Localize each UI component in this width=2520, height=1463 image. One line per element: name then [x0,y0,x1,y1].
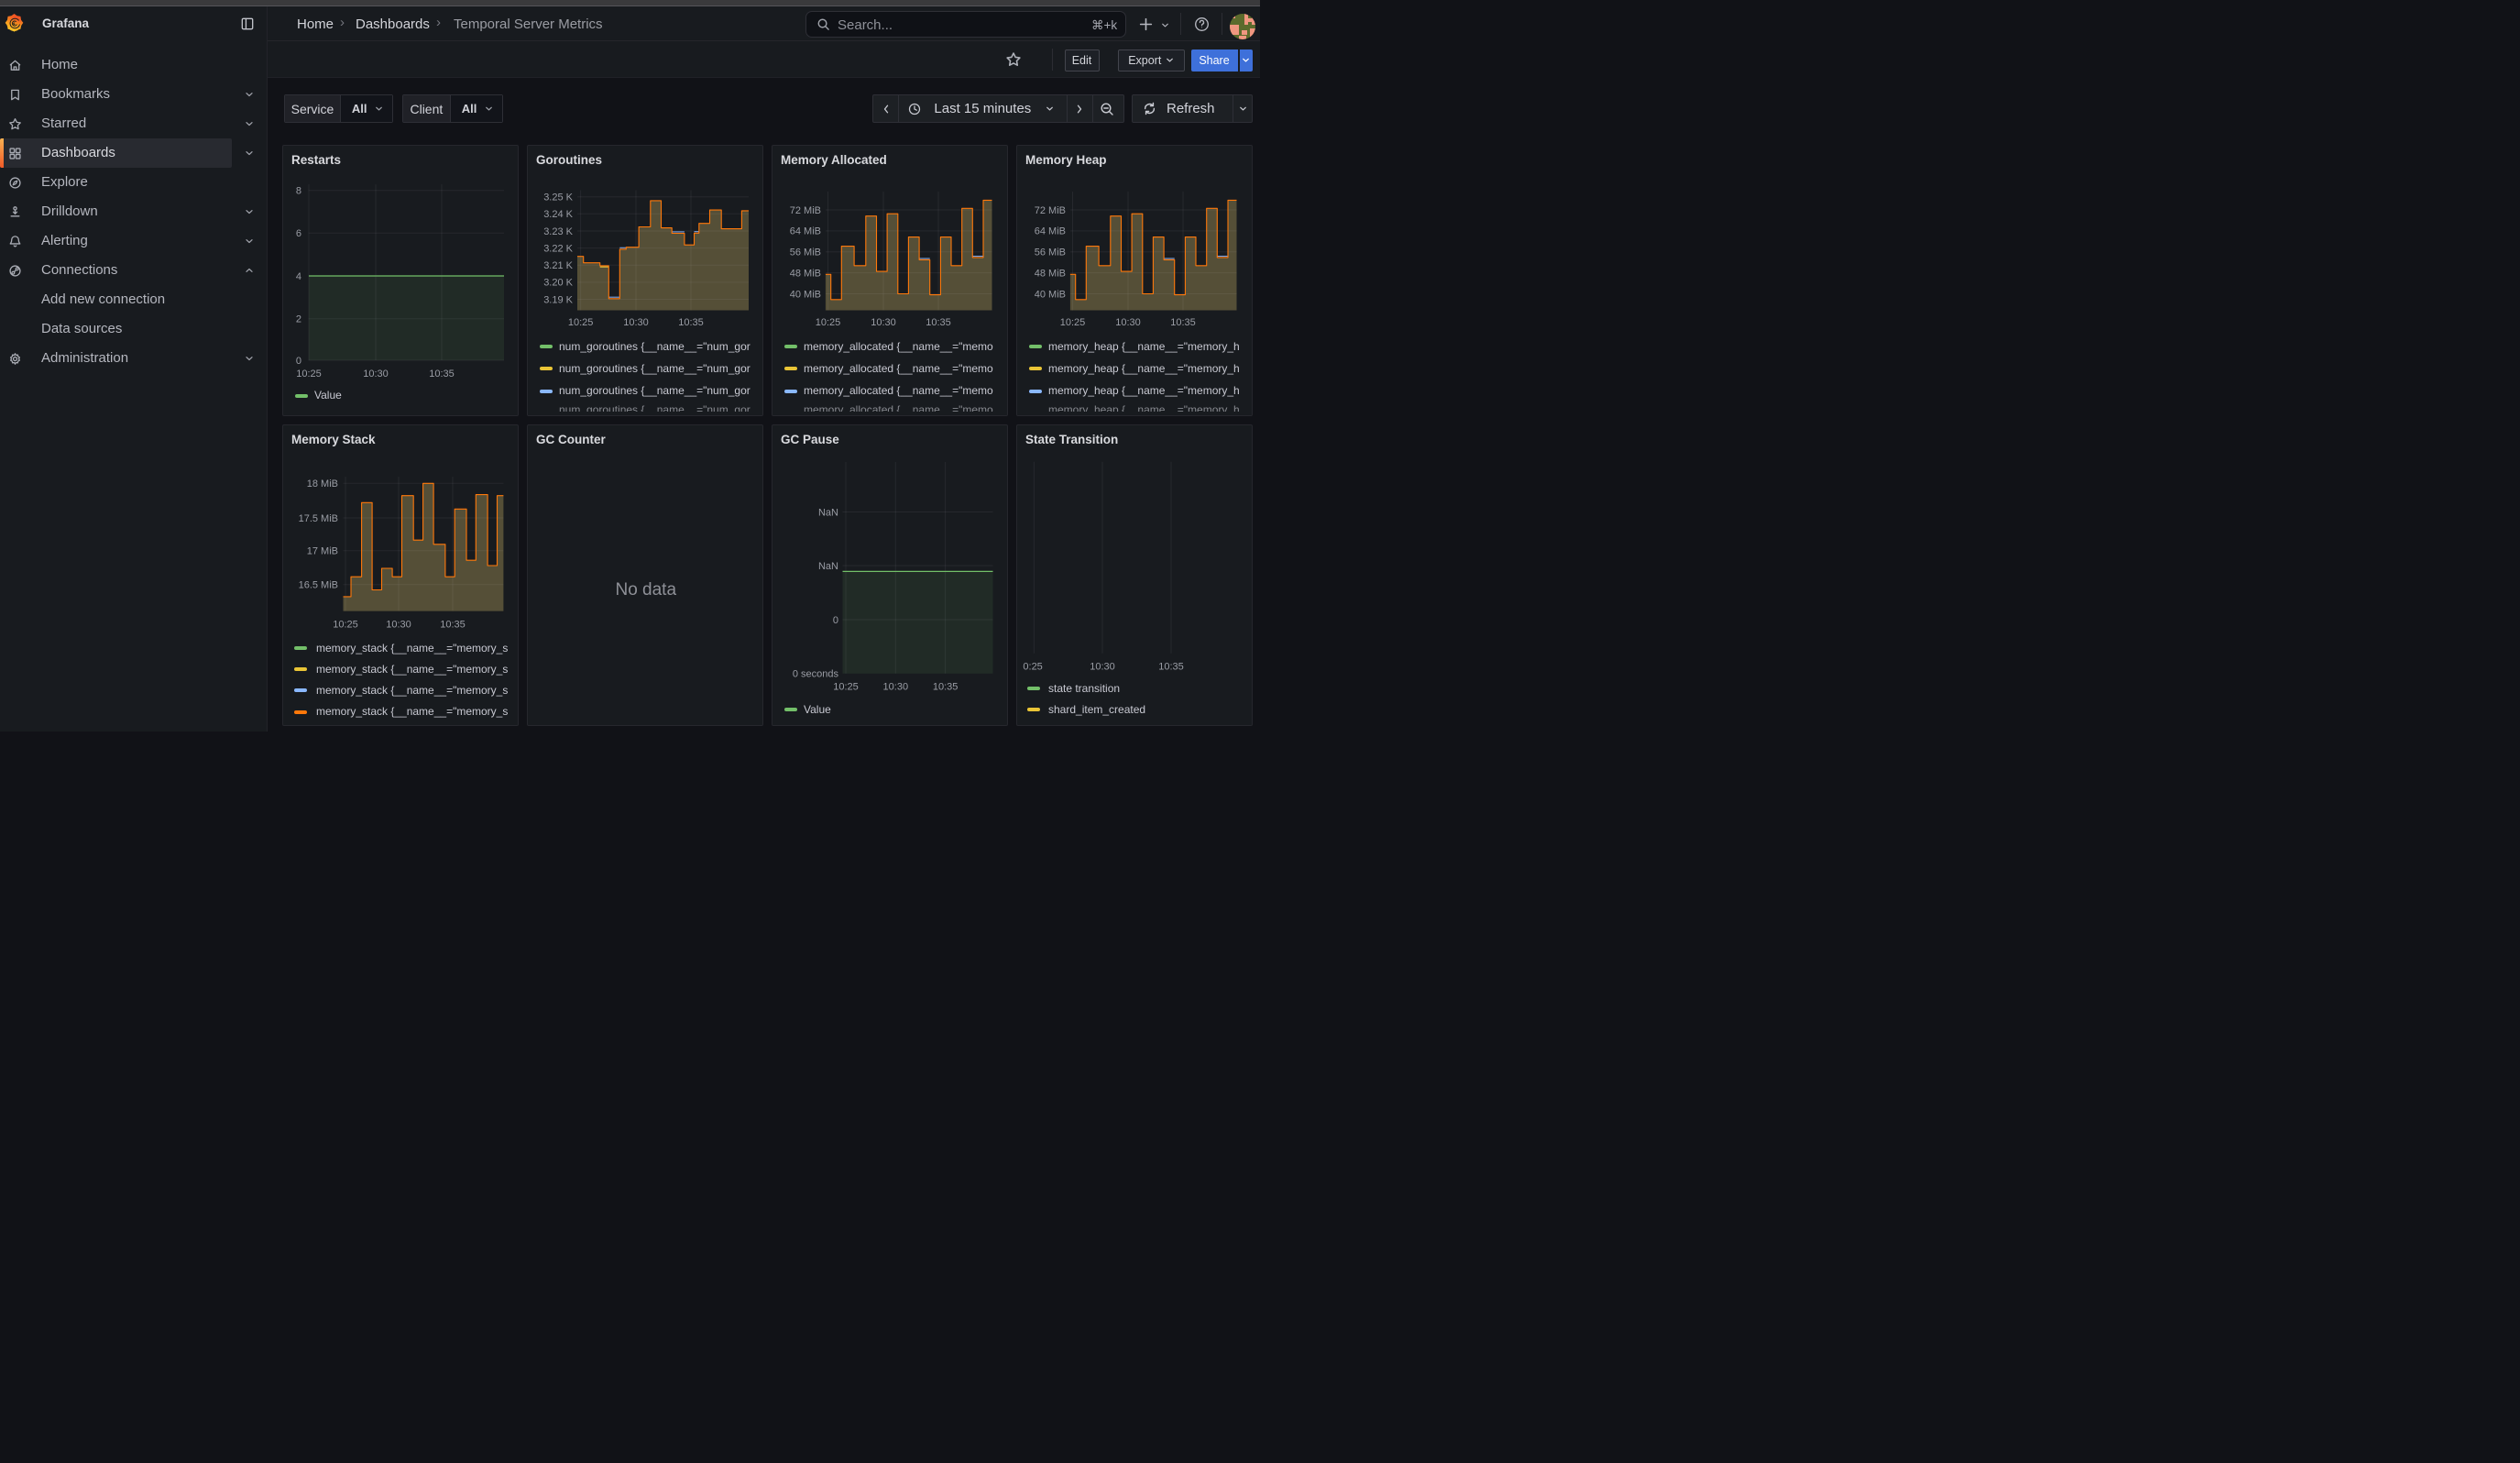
svg-text:72 MiB: 72 MiB [790,205,821,216]
svg-text:10:25: 10:25 [333,619,358,630]
svg-text:40 MiB: 40 MiB [790,289,821,300]
svg-text:56 MiB: 56 MiB [790,248,821,258]
svg-text:56 MiB: 56 MiB [1035,248,1066,258]
svg-text:17.5 MiB: 17.5 MiB [299,513,338,524]
svg-text:10:35: 10:35 [1158,662,1184,673]
svg-text:10:35: 10:35 [926,317,951,328]
svg-text:10:30: 10:30 [883,681,909,692]
svg-text:10:30: 10:30 [1090,662,1115,673]
svg-text:10:25: 10:25 [1060,317,1086,328]
svg-text:10:30: 10:30 [1115,317,1141,328]
svg-text:3.22 K: 3.22 K [543,243,573,254]
svg-text:6: 6 [296,228,301,239]
svg-text:10:25: 10:25 [833,681,859,692]
svg-text:4: 4 [296,271,301,282]
svg-text:18 MiB: 18 MiB [307,478,338,490]
svg-text:2: 2 [296,314,301,325]
svg-text:3.25 K: 3.25 K [543,192,573,204]
svg-text:48 MiB: 48 MiB [1035,268,1066,279]
svg-text:10:35: 10:35 [429,368,455,380]
svg-text:3.19 K: 3.19 K [543,294,573,305]
svg-text:3.21 K: 3.21 K [543,260,573,271]
svg-text:17 MiB: 17 MiB [307,546,338,557]
svg-text:10:25: 10:25 [568,317,594,328]
svg-text:10:30: 10:30 [363,368,389,380]
svg-text:64 MiB: 64 MiB [790,226,821,237]
svg-text:72 MiB: 72 MiB [1035,205,1066,216]
svg-text:10:30: 10:30 [871,317,896,328]
svg-text:NaN: NaN [818,507,838,518]
svg-text:8: 8 [296,186,301,197]
svg-text:3.20 K: 3.20 K [543,278,573,289]
svg-text:0:25: 0:25 [1023,662,1042,673]
svg-text:48 MiB: 48 MiB [790,268,821,279]
svg-text:3.24 K: 3.24 K [543,209,573,220]
svg-text:16.5 MiB: 16.5 MiB [299,580,338,591]
svg-text:10:30: 10:30 [386,619,411,630]
svg-text:10:35: 10:35 [1170,317,1196,328]
svg-text:0 seconds: 0 seconds [793,669,839,680]
svg-text:10:35: 10:35 [678,317,704,328]
svg-text:3.23 K: 3.23 K [543,226,573,237]
svg-text:64 MiB: 64 MiB [1035,226,1066,237]
svg-text:10:30: 10:30 [623,317,649,328]
svg-text:10:35: 10:35 [933,681,959,692]
svg-text:NaN: NaN [818,561,838,572]
svg-text:40 MiB: 40 MiB [1035,289,1066,300]
svg-text:10:35: 10:35 [440,619,466,630]
svg-text:10:25: 10:25 [296,368,322,380]
svg-text:10:25: 10:25 [816,317,841,328]
svg-text:0: 0 [833,615,838,626]
svg-text:0: 0 [296,356,301,367]
